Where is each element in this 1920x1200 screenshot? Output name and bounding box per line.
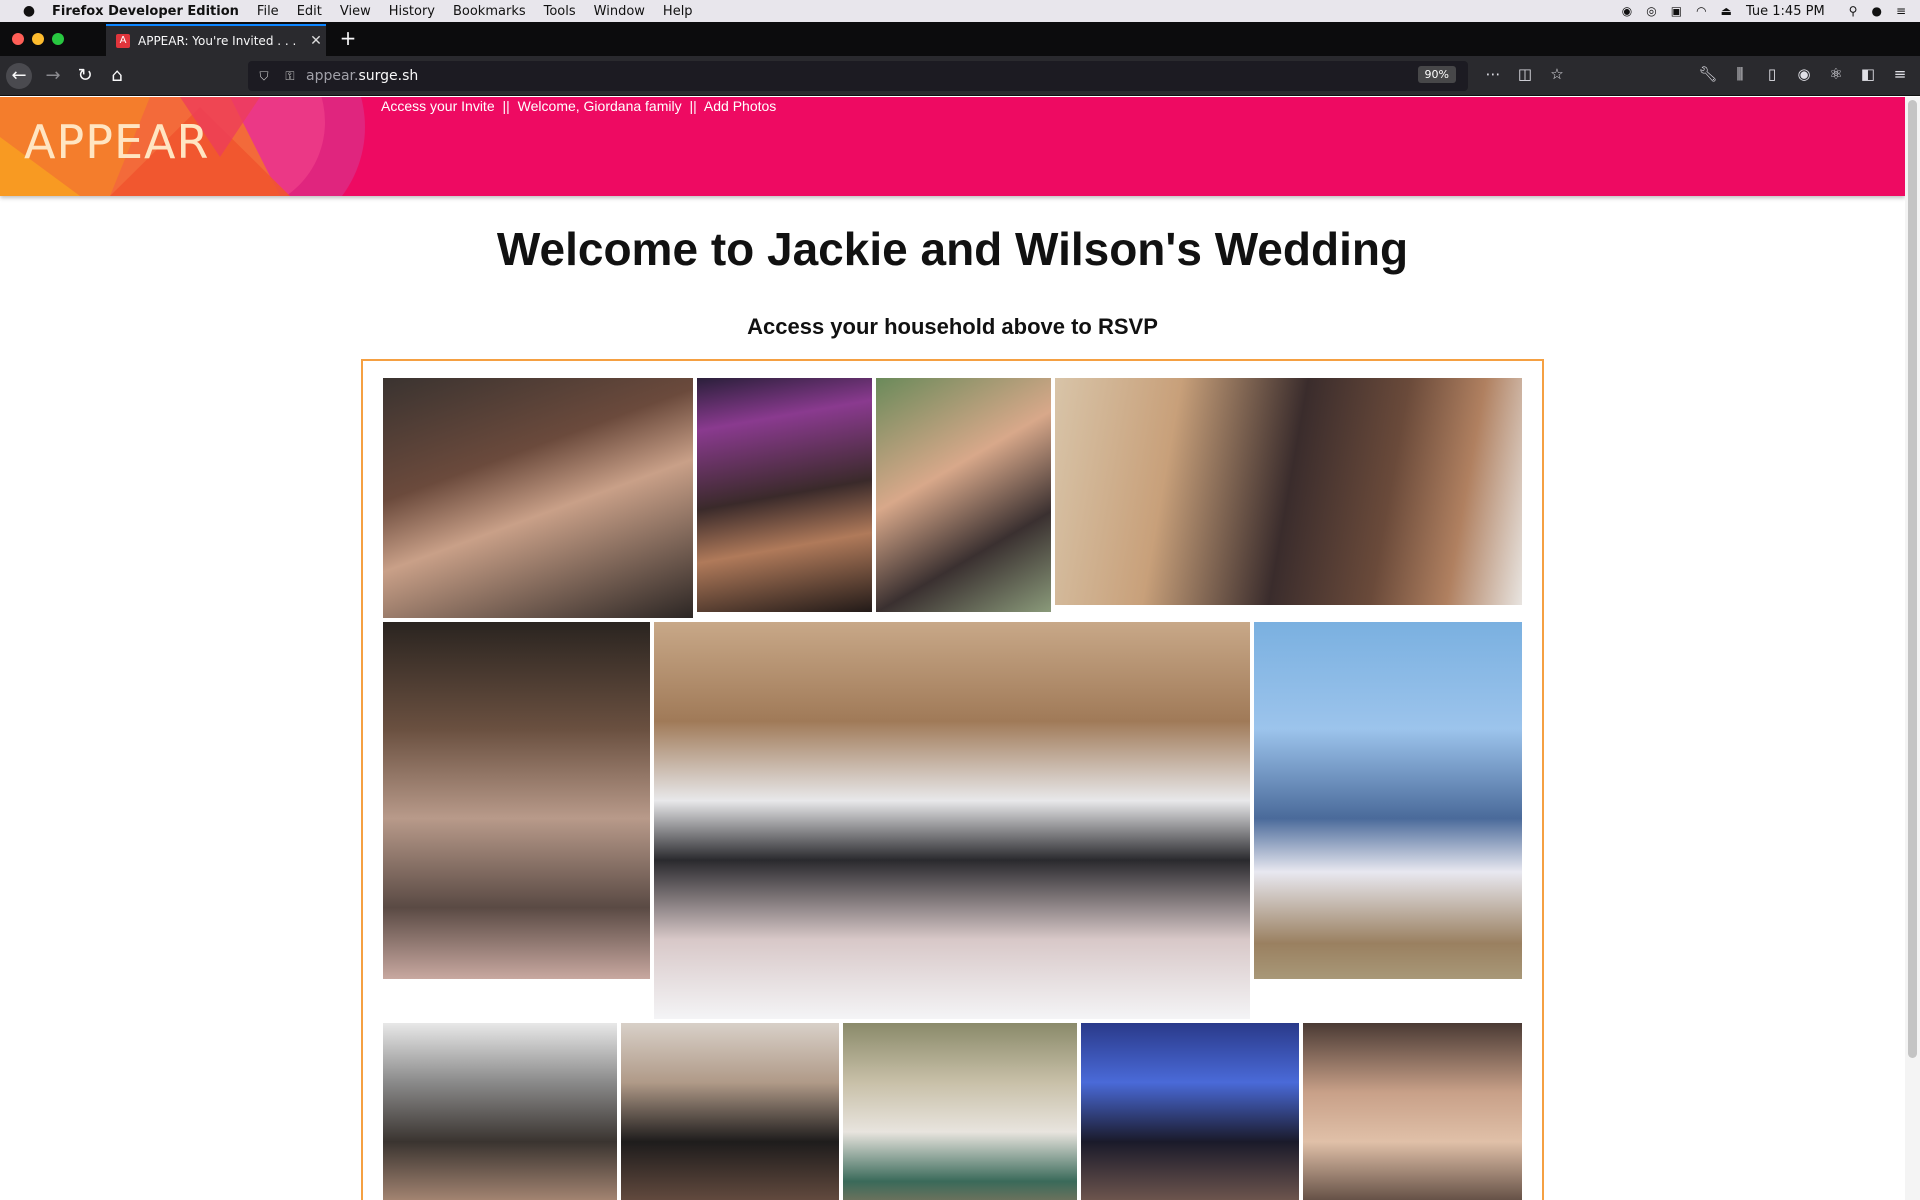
sync-icon[interactable]: ◎: [1646, 4, 1656, 18]
nav-separator: ||: [502, 98, 510, 114]
menu-view[interactable]: View: [340, 4, 371, 19]
reload-button[interactable]: ↻: [72, 63, 98, 89]
gallery-photo[interactable]: [621, 1023, 839, 1200]
url-subdomain: appear.: [306, 68, 359, 84]
status-area: ◉ ◎ ▣ ◠ ⏏ Tue 1:45 PM ⚲ ● ≡: [1622, 0, 1920, 22]
photo-gallery: [361, 359, 1544, 1200]
screenshot-icon[interactable]: ▣: [1671, 4, 1682, 18]
menu-help[interactable]: Help: [663, 4, 693, 19]
tab-bar: A APPEAR: You're Invited . . . ✕ +: [0, 22, 1920, 56]
active-tab[interactable]: A APPEAR: You're Invited . . . ✕: [106, 24, 326, 56]
gallery-photo[interactable]: [383, 622, 650, 979]
gallery-photo[interactable]: [697, 378, 872, 612]
gallery-photo[interactable]: [1081, 1023, 1299, 1200]
url-domain: surge.sh: [358, 68, 419, 84]
extension-icon[interactable]: ◧: [1858, 65, 1878, 83]
spotlight-icon[interactable]: ⚲: [1849, 4, 1858, 18]
close-tab-icon[interactable]: ✕: [306, 33, 326, 49]
home-button[interactable]: ⌂: [104, 63, 130, 89]
menu-history[interactable]: History: [389, 4, 435, 19]
page-actions: ⋯ ◫ ☆: [1484, 65, 1580, 83]
page-actions-menu-icon[interactable]: ⋯: [1484, 65, 1502, 83]
notification-center-icon[interactable]: ≡: [1896, 4, 1906, 18]
nav-separator: ||: [689, 98, 697, 114]
page-subtitle: Access your household above to RSVP: [747, 314, 1158, 339]
pocket-icon[interactable]: ◫: [1516, 65, 1534, 83]
eject-icon[interactable]: ⏏: [1721, 4, 1732, 18]
close-window-button[interactable]: [12, 33, 24, 45]
url-text: appear.surge.sh: [306, 68, 418, 84]
app-name-menu[interactable]: Firefox Developer Edition: [52, 4, 239, 19]
site-header: APPEAR Access your Invite || Welcome, Gi…: [0, 97, 1905, 196]
navigation-toolbar: ← → ↻ ⌂ ⛉ ⚿ appear.surge.sh 90% ⋯ ◫ ☆ 🔧︎…: [0, 56, 1920, 96]
site-identity-icon[interactable]: ⚿: [280, 69, 300, 84]
library-icon[interactable]: ⫼: [1730, 65, 1750, 83]
page-title: Welcome to Jackie and Wilson's Wedding: [496, 223, 1409, 275]
add-photos-link[interactable]: Add Photos: [704, 98, 776, 114]
menu-edit[interactable]: Edit: [297, 4, 322, 19]
back-button[interactable]: ←: [6, 63, 32, 89]
gallery-photo[interactable]: [876, 378, 1051, 612]
menubar-clock[interactable]: Tue 1:45 PM: [1746, 4, 1825, 19]
site-logo[interactable]: APPEAR: [24, 115, 209, 169]
sidebar-icon[interactable]: ▯: [1762, 65, 1782, 83]
react-devtools-icon[interactable]: ⚛: [1826, 65, 1846, 83]
url-bar[interactable]: ⛉ ⚿ appear.surge.sh 90%: [248, 61, 1468, 91]
bookmark-star-icon[interactable]: ☆: [1548, 65, 1566, 83]
menu-file[interactable]: File: [257, 4, 279, 19]
window-controls: [12, 33, 72, 45]
gallery-photo[interactable]: [1254, 622, 1522, 979]
gallery-photo[interactable]: [843, 1023, 1077, 1200]
developer-tools-wrench-icon[interactable]: 🔧︎: [1698, 65, 1718, 83]
top-nav: Access your Invite || Welcome, Giordana …: [381, 98, 776, 114]
gallery-photo[interactable]: [1303, 1023, 1522, 1200]
siri-icon[interactable]: ●: [1871, 4, 1881, 18]
zoom-window-button[interactable]: [52, 33, 64, 45]
menu-window[interactable]: Window: [594, 4, 645, 19]
gallery-photo[interactable]: [1055, 378, 1522, 605]
site-favicon-icon: A: [116, 34, 130, 48]
gallery-photo[interactable]: [383, 1023, 617, 1200]
wifi-icon[interactable]: ◠: [1696, 4, 1706, 18]
account-icon[interactable]: ◉: [1794, 65, 1814, 83]
apple-menu-icon[interactable]: ●: [20, 3, 38, 19]
welcome-family-link[interactable]: Welcome, Giordana family: [518, 98, 682, 114]
evernote-icon[interactable]: ◉: [1622, 4, 1632, 18]
gallery-photo[interactable]: [654, 622, 1250, 1019]
toolbar-right: 🔧︎ ⫼ ▯ ◉ ⚛ ◧ ≡: [1686, 65, 1910, 83]
tab-title: APPEAR: You're Invited . . .: [138, 34, 297, 48]
zoom-level-badge[interactable]: 90%: [1417, 66, 1456, 83]
access-invite-link[interactable]: Access your Invite: [381, 98, 495, 114]
gallery-photo[interactable]: [383, 378, 693, 618]
page-scrollbar-thumb[interactable]: [1908, 100, 1917, 1058]
new-tab-button[interactable]: +: [336, 26, 360, 50]
web-page: APPEAR Access your Invite || Welcome, Gi…: [0, 97, 1905, 1200]
forward-button[interactable]: →: [40, 63, 66, 89]
minimize-window-button[interactable]: [32, 33, 44, 45]
menu-tools[interactable]: Tools: [544, 4, 576, 19]
tracking-protection-shield-icon[interactable]: ⛉: [254, 69, 274, 84]
hamburger-menu-icon[interactable]: ≡: [1890, 65, 1910, 83]
macos-menu-bar: ● Firefox Developer Edition File Edit Vi…: [0, 0, 1920, 22]
menu-bookmarks[interactable]: Bookmarks: [453, 4, 526, 19]
